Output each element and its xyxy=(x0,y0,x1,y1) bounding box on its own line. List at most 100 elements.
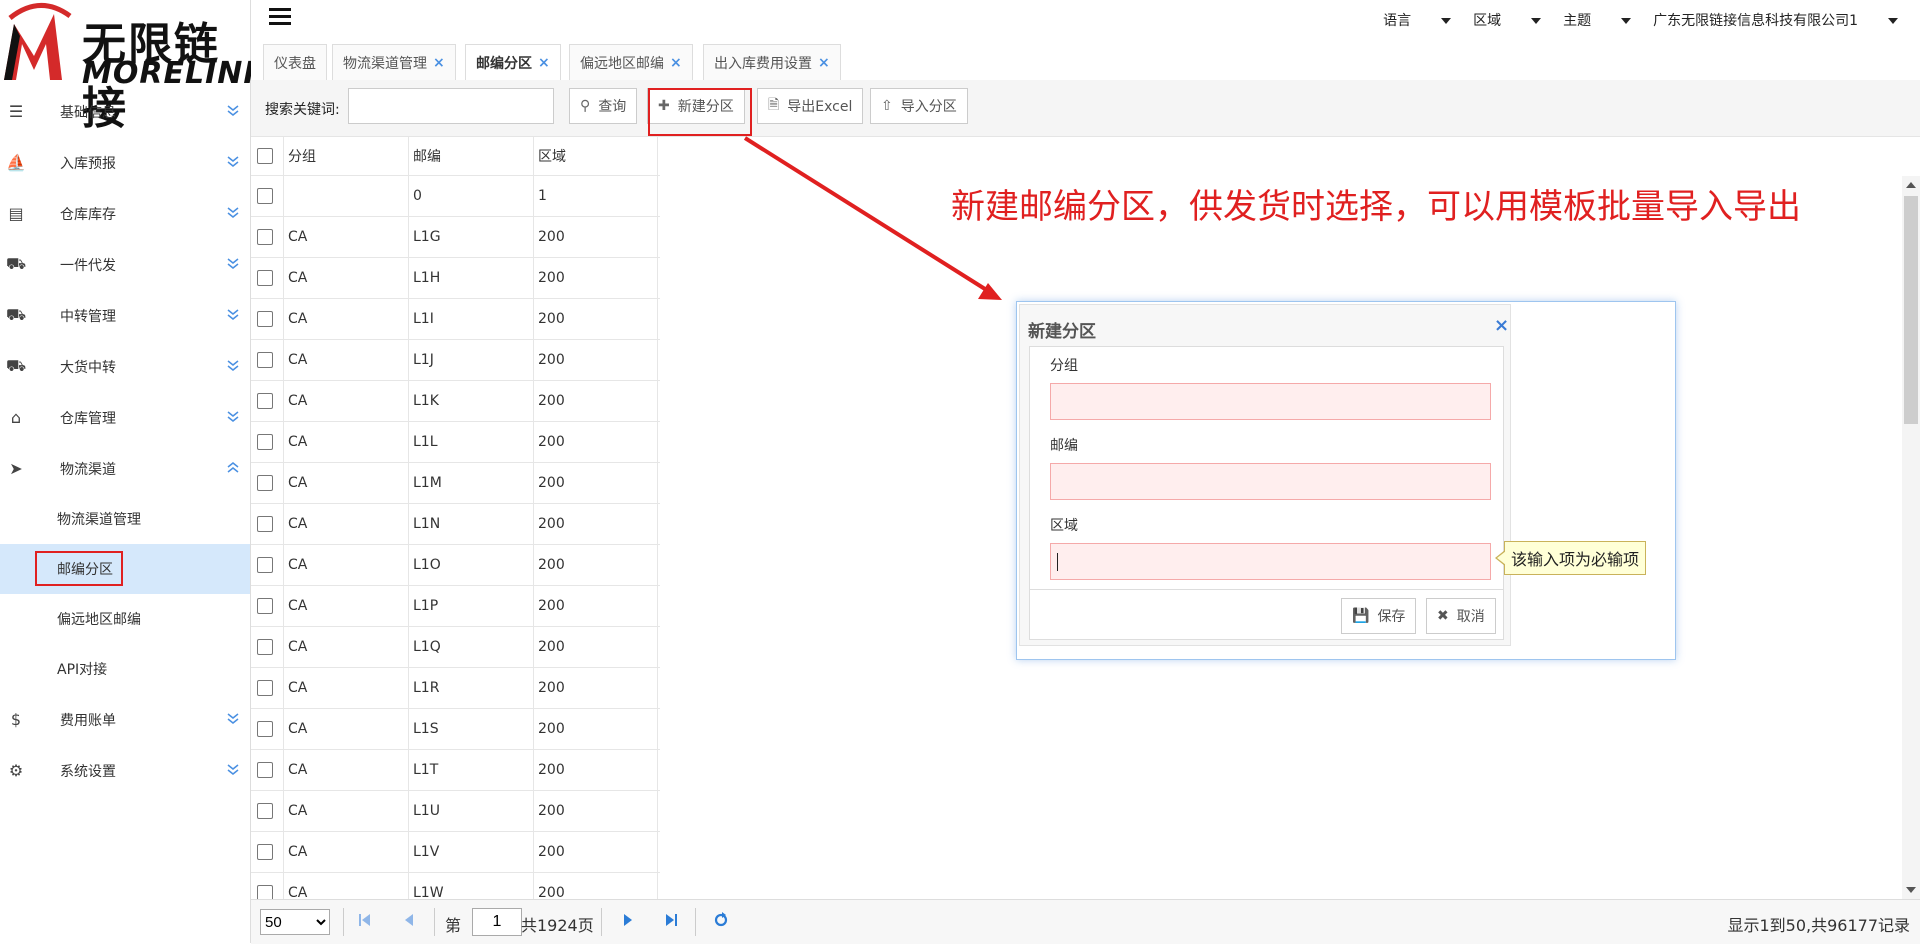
new-zone-dialog: 新建分区 × 分组 邮编 区域 💾 保存 ✖ 取消 xyxy=(1016,301,1676,660)
tab-inout-fee[interactable]: 出入库费用设置 × xyxy=(703,44,841,80)
table-row[interactable]: CA L1Q 200 xyxy=(251,627,660,668)
row-checkbox[interactable] xyxy=(257,516,273,532)
scrollbar-thumb[interactable] xyxy=(1904,196,1918,424)
row-checkbox[interactable] xyxy=(257,557,273,573)
sidebar-item-label: 费用账单 xyxy=(60,712,116,729)
group-field[interactable] xyxy=(1050,383,1491,420)
group-cell: CA xyxy=(283,668,408,708)
row-checkbox[interactable] xyxy=(257,311,273,327)
first-page-icon[interactable] xyxy=(357,912,373,928)
prev-page-icon[interactable] xyxy=(401,912,417,928)
group-cell: CA xyxy=(283,627,408,667)
table-row[interactable]: CA L1N 200 xyxy=(251,504,660,545)
row-checkbox[interactable] xyxy=(257,762,273,778)
tab-postcode-zone[interactable]: 邮编分区 × xyxy=(465,44,561,81)
table-row[interactable]: CA L1K 200 xyxy=(251,381,660,422)
postcode-cell: L1I xyxy=(408,299,533,339)
table-row[interactable]: 01 xyxy=(251,176,660,217)
region-menu[interactable]: 区域 xyxy=(1473,10,1542,30)
table-row[interactable]: CA L1L 200 xyxy=(251,422,660,463)
table-row[interactable]: CA L1S 200 xyxy=(251,709,660,750)
export-excel-button[interactable]: 🗎 导出Excel xyxy=(757,88,864,124)
language-menu[interactable]: 语言 xyxy=(1383,10,1452,30)
close-icon[interactable]: × xyxy=(670,55,682,71)
row-checkbox[interactable] xyxy=(257,639,273,655)
page-number-input[interactable] xyxy=(472,908,522,936)
table-row[interactable]: CA L1I 200 xyxy=(251,299,660,340)
zone-cell: 200 xyxy=(533,217,658,257)
row-checkbox[interactable] xyxy=(257,229,273,245)
query-button[interactable]: ⚲ 查询 xyxy=(569,88,638,124)
sidebar-item-basic-info[interactable]: ☰ 基础信息 xyxy=(0,86,250,137)
cancel-button[interactable]: ✖ 取消 xyxy=(1426,598,1496,634)
sidebar-item-bulk-transfer[interactable]: ⛟ 大货中转 xyxy=(0,341,250,392)
sidebar-subitem-channel-manage[interactable]: 物流渠道管理 xyxy=(0,494,250,544)
table-row[interactable]: CA L1R 200 xyxy=(251,668,660,709)
zone-field[interactable] xyxy=(1050,543,1491,580)
close-icon[interactable]: × xyxy=(433,55,445,71)
column-header-postcode[interactable]: 邮编 xyxy=(408,137,533,175)
postcode-field[interactable] xyxy=(1050,463,1491,500)
chevron-down-icon xyxy=(227,309,239,320)
theme-menu[interactable]: 主题 xyxy=(1563,10,1632,30)
refresh-icon[interactable] xyxy=(713,912,729,928)
sidebar-item-system-settings[interactable]: ⚙ 系统设置 xyxy=(0,745,250,796)
row-checkbox[interactable] xyxy=(257,352,273,368)
language-label: 语言 xyxy=(1383,13,1412,29)
sidebar-item-logistics-channel[interactable]: ➤ 物流渠道 xyxy=(0,443,250,494)
tab-remote-postcode[interactable]: 偏远地区邮编 × xyxy=(569,44,693,80)
tab-channel-manage[interactable]: 物流渠道管理 × xyxy=(332,44,456,80)
row-checkbox[interactable] xyxy=(257,393,273,409)
table-row[interactable]: CA L1P 200 xyxy=(251,586,660,627)
table-row[interactable]: CA L1V 200 xyxy=(251,832,660,873)
table-row[interactable]: CA L1O 200 xyxy=(251,545,660,586)
cancel-icon: ✖ xyxy=(1437,608,1449,624)
tab-label: 出入库费用设置 xyxy=(714,55,812,72)
sidebar-item-dropshipping[interactable]: ⛟ 一件代发 xyxy=(0,239,250,290)
page-size-select[interactable]: 50 xyxy=(260,909,330,935)
scroll-down-icon[interactable] xyxy=(1906,887,1916,893)
sidebar-subitem-api[interactable]: API对接 xyxy=(0,644,250,694)
import-zone-button[interactable]: ⇧ 导入分区 xyxy=(870,88,968,124)
row-checkbox[interactable] xyxy=(257,434,273,450)
table-row[interactable]: CA L1U 200 xyxy=(251,791,660,832)
hamburger-menu-icon[interactable] xyxy=(269,8,291,29)
divider xyxy=(695,908,696,936)
table-row[interactable]: CA L1G 200 xyxy=(251,217,660,258)
close-icon[interactable]: × xyxy=(538,55,550,71)
scroll-up-icon[interactable] xyxy=(1906,182,1916,188)
table-row[interactable]: CA L1M 200 xyxy=(251,463,660,504)
row-checkbox[interactable] xyxy=(257,270,273,286)
search-input[interactable] xyxy=(348,88,554,124)
row-checkbox[interactable] xyxy=(257,598,273,614)
tab-dashboard[interactable]: 仪表盘 xyxy=(263,44,327,80)
group-cell: CA xyxy=(283,299,408,339)
sidebar-item-inbound-forecast[interactable]: ⛵ 入库预报 xyxy=(0,137,250,188)
row-checkbox[interactable] xyxy=(257,721,273,737)
next-page-icon[interactable] xyxy=(620,912,636,928)
table-row[interactable]: CA L1J 200 xyxy=(251,340,660,381)
row-checkbox[interactable] xyxy=(257,475,273,491)
column-header-group[interactable]: 分组 xyxy=(283,137,408,175)
table-row[interactable]: CA L1H 200 xyxy=(251,258,660,299)
sidebar-item-warehouse-stock[interactable]: ▤ 仓库库存 xyxy=(0,188,250,239)
dialog-form: 分组 邮编 区域 💾 保存 ✖ 取消 xyxy=(1029,346,1504,640)
row-checkbox[interactable] xyxy=(257,188,273,204)
vertical-scrollbar[interactable] xyxy=(1902,176,1920,899)
company-menu[interactable]: 广东无限链接信息科技有限公司1 xyxy=(1653,10,1898,30)
sidebar-item-warehouse-manage[interactable]: ⌂ 仓库管理 xyxy=(0,392,250,443)
select-all-checkbox[interactable] xyxy=(257,148,273,164)
close-icon[interactable]: × xyxy=(1494,315,1509,336)
sidebar-subitem-remote-postcode[interactable]: 偏远地区邮编 xyxy=(0,594,250,644)
table-row[interactable]: CA L1T 200 xyxy=(251,750,660,791)
column-header-zone[interactable]: 区域 xyxy=(533,137,658,175)
row-checkbox[interactable] xyxy=(257,844,273,860)
sidebar-item-billing[interactable]: $ 费用账单 xyxy=(0,694,250,745)
last-page-icon[interactable] xyxy=(663,912,679,928)
sidebar-item-transfer[interactable]: ⛟ 中转管理 xyxy=(0,290,250,341)
close-icon[interactable]: × xyxy=(818,55,830,71)
row-checkbox[interactable] xyxy=(257,680,273,696)
sidebar-subitem-postcode-zone[interactable]: 邮编分区 xyxy=(0,544,250,594)
row-checkbox[interactable] xyxy=(257,803,273,819)
save-button[interactable]: 💾 保存 xyxy=(1341,598,1417,634)
